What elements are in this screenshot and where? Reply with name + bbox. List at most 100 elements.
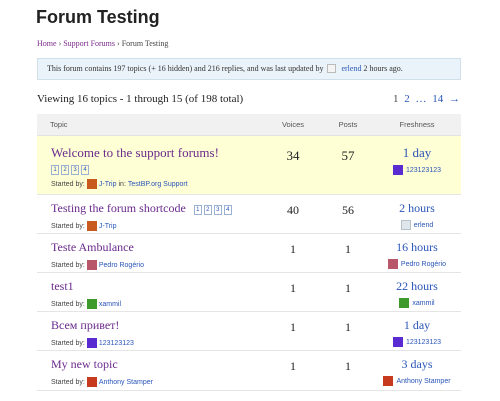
- breadcrumb: Home › Support Forums › Forum Testing: [37, 39, 168, 48]
- freshness-link[interactable]: 1 day: [373, 145, 461, 161]
- last-poster-link[interactable]: Anthony Stamper: [396, 378, 450, 385]
- column-header-posts: Posts: [323, 114, 373, 136]
- last-poster: Pedro Rogério: [373, 259, 461, 269]
- topic-title-link[interactable]: Всем привет!: [51, 318, 119, 333]
- last-poster-link[interactable]: 123123123: [406, 339, 441, 346]
- avatar-icon: [86, 221, 97, 231]
- voices-count: 1: [290, 281, 296, 295]
- avatar-icon: [400, 220, 411, 230]
- last-poster: xammil: [373, 298, 461, 308]
- freshness-link[interactable]: 1 day: [373, 318, 461, 333]
- table-row: Всем привет! Started by: 123123123 1 1 1…: [37, 311, 461, 351]
- topics-count-text: Viewing 16 topics - 1 through 15 (of 198…: [37, 93, 244, 105]
- breadcrumb-home-link[interactable]: Home: [37, 39, 57, 48]
- started-by-label: Started by:: [51, 261, 85, 269]
- last-poster-link[interactable]: xammil: [412, 300, 434, 307]
- posts-count: 1: [345, 359, 351, 373]
- starter-user-link[interactable]: xammil: [99, 301, 121, 308]
- last-poster: 123123123: [373, 165, 461, 175]
- avatar-icon: [383, 376, 394, 386]
- last-poster: erlend: [373, 220, 461, 230]
- topic-title-link[interactable]: Teste Ambulance: [51, 240, 134, 255]
- last-poster-link[interactable]: erlend: [414, 222, 433, 229]
- breadcrumb-separator: ›: [58, 39, 62, 48]
- voices-count: 40: [287, 203, 299, 217]
- forum-info-notice: This forum contains 197 topics (+ 16 hid…: [37, 58, 461, 80]
- topic-page-link[interactable]: 4: [223, 205, 232, 215]
- topic-page-link[interactable]: 1: [193, 205, 202, 215]
- last-updated-time: 2 hours ago.: [363, 64, 403, 73]
- table-row: Teste Ambulance Started by: Pedro Rogéri…: [37, 233, 461, 273]
- freshness-link[interactable]: 3 days: [373, 357, 461, 372]
- starter-user-link[interactable]: 123123123: [99, 340, 134, 347]
- topic-title-link[interactable]: test1: [51, 279, 74, 294]
- starter-user-link[interactable]: J-Trip: [99, 223, 117, 230]
- topic-pagination: 1 2 3 4: [193, 205, 232, 215]
- topic-title-link[interactable]: Testing the forum shortcode: [51, 201, 186, 216]
- topic-page-link[interactable]: 2: [203, 205, 212, 215]
- topic-page-link[interactable]: 3: [213, 205, 222, 215]
- avatar-icon: [86, 260, 97, 270]
- avatar-icon: [399, 298, 410, 308]
- last-poster: Anthony Stamper: [373, 376, 461, 386]
- topic-page-link[interactable]: 4: [81, 165, 89, 175]
- voices-count: 34: [286, 148, 300, 163]
- voices-count: 1: [290, 320, 296, 334]
- posts-count: 1: [345, 281, 351, 295]
- topic-title-link[interactable]: Welcome to the support forums!: [51, 145, 219, 161]
- breadcrumb-support-forums-link[interactable]: Support Forums: [63, 39, 115, 48]
- freshness-link[interactable]: 16 hours: [373, 240, 461, 255]
- avatar-icon: [392, 337, 403, 347]
- pagination-ellipsis: …: [415, 93, 427, 105]
- starter-user-link[interactable]: Anthony Stamper: [99, 379, 153, 386]
- forum-info-text: This forum contains 197 topics (+ 16 hid…: [47, 64, 324, 73]
- page-2-link[interactable]: 2: [404, 93, 410, 105]
- topic-starter: Started by: Pedro Rogério: [51, 260, 263, 270]
- last-poster-link[interactable]: 123123123: [406, 167, 441, 174]
- avatar-icon: [86, 179, 97, 189]
- freshness-link[interactable]: 2 hours: [373, 201, 461, 216]
- last-poster-link[interactable]: Pedro Rogério: [401, 261, 446, 268]
- column-header-freshness: Freshness: [373, 114, 461, 136]
- pagination: 1 2 … 14 →: [390, 93, 460, 105]
- avatar-icon: [392, 165, 403, 175]
- table-header-row: Topic Voices Posts Freshness: [37, 114, 461, 136]
- topic-page-link[interactable]: 2: [61, 165, 69, 175]
- avatar-icon: [86, 299, 97, 309]
- topic-starter: Started by: J-Trip: [51, 221, 263, 231]
- topic-page-link[interactable]: 1: [51, 165, 59, 175]
- posts-count: 57: [341, 148, 355, 163]
- started-by-label: Started by:: [51, 300, 85, 308]
- topic-starter: Started by: Anthony Stamper: [51, 377, 263, 387]
- voices-count: 1: [290, 242, 296, 256]
- next-page-arrow-icon[interactable]: →: [449, 93, 460, 105]
- starter-user-link[interactable]: J-Trip: [99, 181, 117, 188]
- avatar-icon: [86, 338, 97, 348]
- posts-count: 1: [345, 242, 351, 256]
- column-header-voices: Voices: [263, 114, 323, 136]
- table-row: Testing the forum shortcode 1 2 3 4 Star…: [37, 194, 461, 234]
- topic-starter: Started by: 123123123: [51, 338, 263, 348]
- last-updated-user-link[interactable]: erlend: [341, 64, 361, 73]
- forum-link[interactable]: TestBP.org Support: [128, 181, 188, 188]
- topic-starter: Started by: J-Trip in: TestBP.org Suppor…: [51, 179, 263, 189]
- topics-table: Topic Voices Posts Freshness Welcome to …: [37, 114, 461, 391]
- page-14-link[interactable]: 14: [432, 93, 443, 105]
- breadcrumb-current: Forum Testing: [121, 39, 169, 48]
- posts-count: 1: [345, 320, 351, 334]
- started-by-label: Started by:: [51, 339, 85, 347]
- avatar-icon: [327, 64, 337, 73]
- topic-title-link[interactable]: My new topic: [51, 357, 118, 372]
- column-header-topic: Topic: [37, 114, 263, 136]
- in-label: in:: [118, 180, 126, 188]
- topic-pagination: 1 2 3 4: [51, 165, 263, 175]
- voices-count: 1: [290, 359, 296, 373]
- started-by-label: Started by:: [51, 378, 85, 386]
- starter-user-link[interactable]: Pedro Rogério: [99, 262, 144, 269]
- freshness-link[interactable]: 22 hours: [373, 279, 461, 294]
- table-row: test1 Started by: xammil 1 1 22 hours xa…: [37, 272, 461, 312]
- page-1-current: 1: [393, 93, 399, 105]
- topic-page-link[interactable]: 3: [71, 165, 79, 175]
- table-row: My new topic Started by: Anthony Stamper…: [37, 350, 461, 391]
- started-by-label: Started by:: [51, 180, 85, 188]
